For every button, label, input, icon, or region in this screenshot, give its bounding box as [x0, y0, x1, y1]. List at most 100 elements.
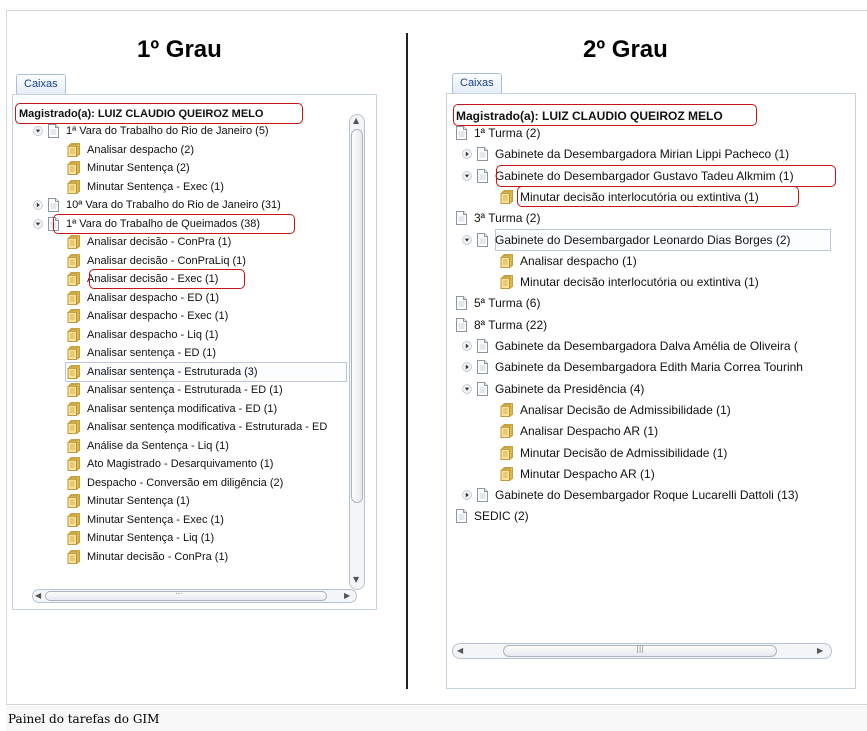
document-icon [456, 509, 467, 524]
tree-item-gabinete[interactable]: Gabinete do Desembargador Roque Lucarell… [462, 486, 799, 504]
tree-item-label: Minutar Decisão de Admissibilidade (1) [520, 445, 728, 460]
tree-item-task[interactable]: Minutar Sentença - Exec (1) [67, 511, 224, 529]
right-horizontal-scrollbar[interactable]: ◀ ||| ▶ [452, 643, 832, 659]
tree-item-label: Gabinete da Presidência (4) [495, 381, 645, 396]
left-tab-caixas[interactable]: Caixas [16, 74, 66, 94]
tree-item-task[interactable]: Analisar sentença - Estruturada - ED (1) [67, 381, 283, 399]
task-folder-icon [67, 346, 80, 360]
collapsed-arrow-icon[interactable] [462, 149, 472, 160]
tree-item-turma[interactable]: 1ª Turma (2) [455, 124, 540, 142]
scroll-down-arrow-icon[interactable]: ▼ [353, 575, 359, 584]
tree-item-turma[interactable]: 3ª Turma (2) [455, 209, 540, 227]
expanded-arrow-icon[interactable] [462, 170, 472, 181]
tree-item-task[interactable]: Analisar sentença - Estruturada (3) [67, 363, 258, 381]
tree-item-task[interactable]: Analisar despacho - ED (1) [67, 289, 219, 307]
left-vertical-scroll-thumb[interactable] [351, 129, 363, 503]
left-horizontal-scrollbar[interactable]: ◀ ⋯ ▶ [32, 589, 357, 603]
document-icon [456, 317, 467, 332]
task-folder-icon [67, 179, 80, 194]
tree-item-turma[interactable]: 8ª Turma (22) [455, 316, 547, 334]
tree-item-task[interactable]: Minutar Despacho AR (1) [500, 465, 655, 483]
tree-item-task[interactable]: Analisar sentença - ED (1) [67, 344, 216, 362]
tree-item-turma[interactable]: 5ª Turma (6) [455, 294, 540, 312]
tree-item-label: Gabinete da Desembargadora Mirian Lippi … [495, 147, 790, 162]
task-folder-icon [67, 142, 80, 157]
tree-item-turma[interactable]: SEDIC (2) [455, 507, 529, 525]
tree-item-label: Minutar Sentença (1) [87, 495, 190, 507]
task-folder-icon [67, 457, 80, 471]
left-horizontal-scroll-thumb[interactable] [45, 591, 327, 601]
collapsed-arrow-icon[interactable] [462, 341, 472, 351]
document-icon [477, 232, 488, 247]
task-folder-icon [67, 475, 80, 490]
tree-item-gabinete[interactable]: Gabinete da Desembargadora Edith Maria C… [462, 358, 803, 376]
magistrado-highlight [453, 104, 757, 126]
tree-item-label: Analisar sentença modificativa - Estrutu… [87, 421, 328, 433]
tree-item-task[interactable]: Analisar despacho (2) [67, 141, 194, 159]
task-folder-icon [67, 309, 80, 323]
expanded-arrow-icon[interactable] [462, 383, 472, 394]
tree-item-task[interactable]: Minutar decisão - ConPra (1) [67, 548, 228, 566]
tree-item-label: Minutar Sentença - Exec (1) [87, 513, 224, 526]
tree-item-label: Analisar despacho (1) [520, 253, 637, 268]
right-tab-caixas[interactable]: Caixas [452, 73, 502, 93]
tree-item-task[interactable]: Analisar Despacho AR (1) [500, 422, 658, 440]
task-folder-icon [67, 512, 80, 527]
collapsed-arrow-icon[interactable] [462, 490, 472, 500]
collapsed-arrow-icon[interactable] [33, 200, 43, 210]
scroll-up-arrow-icon[interactable]: ▲ [353, 116, 359, 125]
tree-item-task[interactable]: Minutar decisão interlocutória ou extint… [500, 273, 759, 291]
scroll-left-arrow-icon[interactable]: ◀ [35, 591, 41, 600]
task-folder-icon [500, 189, 513, 204]
tree-item-gabinete[interactable]: Gabinete da Presidência (4) [462, 380, 644, 398]
tree-item-task[interactable]: Analisar sentença modificativa - ED (1) [67, 400, 277, 418]
document-icon [48, 124, 59, 138]
tree-item-label: Análise da Sentença - Liq (1) [87, 439, 229, 452]
expanded-arrow-icon[interactable] [33, 218, 43, 229]
tree-item-task[interactable]: Minutar Decisão de Admissibilidade (1) [500, 444, 727, 462]
left-vertical-scrollbar[interactable]: ▲ ▼ [349, 114, 365, 590]
tree-item-gabinete[interactable]: Gabinete do Desembargador Leonardo Dias … [462, 231, 791, 249]
tree-item-task[interactable]: Ato Magistrado - Desarquivamento (1) [67, 455, 273, 473]
scroll-right-arrow-icon[interactable]: ▶ [817, 646, 823, 655]
tree-item-label: Analisar sentença - Estruturada - ED (1) [87, 384, 283, 396]
scroll-grip-icon: ||| [636, 644, 645, 653]
tree-item-label: 8ª Turma (22) [474, 317, 548, 332]
task-folder-icon [500, 402, 513, 417]
document-icon [456, 211, 467, 226]
tree-item-task[interactable]: Despacho - Conversão em diligência (2) [67, 474, 283, 492]
tree-item-gabinete[interactable]: Gabinete da Desembargadora Mirian Lippi … [462, 145, 789, 163]
tree-item-label: Minutar Sentença - Liq (1) [87, 532, 215, 544]
scroll-left-arrow-icon[interactable]: ◀ [457, 646, 463, 655]
expanded-arrow-icon[interactable] [462, 234, 472, 245]
tree-item-task[interactable]: Analisar decisão - ConPraLiq (1) [67, 252, 246, 270]
tree-item-task[interactable]: Análise da Sentença - Liq (1) [67, 437, 229, 455]
tree-item-task[interactable]: Analisar decisão - ConPra (1) [67, 233, 231, 251]
tree-item-label: Minutar Sentença - Exec (1) [87, 180, 224, 193]
tree-item-task[interactable]: Minutar Sentença (1) [67, 492, 190, 510]
expanded-arrow-icon[interactable] [33, 126, 43, 136]
tree-item-task[interactable]: Analisar despacho - Liq (1) [67, 326, 218, 344]
task-exec-highlight [89, 269, 245, 289]
tree-item-task[interactable]: Analisar despacho - Exec (1) [67, 307, 228, 325]
figure-caption: Painel do tarefas do GIM [8, 712, 160, 726]
tree-item-label: 1ª Turma (2) [474, 126, 541, 140]
tree-item-task[interactable]: Analisar despacho (1) [500, 252, 637, 270]
document-icon [477, 381, 488, 396]
task-folder-icon [500, 275, 513, 289]
tree-item-label: Analisar decisão - ConPraLiq (1) [87, 254, 246, 267]
tree-item-task[interactable]: Minutar Sentença - Exec (1) [67, 178, 224, 196]
tree-item-task[interactable]: Analisar sentença modificativa - Estrutu… [67, 418, 327, 436]
tree-item-vara[interactable]: 1ª Vara do Trabalho do Rio de Janeiro (5… [33, 122, 269, 140]
tree-item-task[interactable]: Minutar Sentença (2) [67, 159, 190, 177]
tree-item-label: Analisar despacho - Liq (1) [87, 328, 219, 341]
document-icon [477, 339, 488, 353]
tree-item-vara[interactable]: 10ª Vara do Trabalho do Rio de Janeiro (… [33, 196, 281, 214]
scroll-right-arrow-icon[interactable]: ▶ [344, 591, 350, 600]
tree-item-gabinete[interactable]: Gabinete da Desembargadora Dalva Amélia … [462, 337, 798, 355]
task-folder-icon [67, 364, 80, 379]
collapsed-arrow-icon[interactable] [462, 362, 472, 373]
tree-item-task[interactable]: Analisar Decisão de Admissibilidade (1) [500, 401, 731, 419]
tree-item-task[interactable]: Minutar Sentença - Liq (1) [67, 529, 214, 547]
tree-item-label: Analisar despacho - Exec (1) [87, 310, 229, 322]
